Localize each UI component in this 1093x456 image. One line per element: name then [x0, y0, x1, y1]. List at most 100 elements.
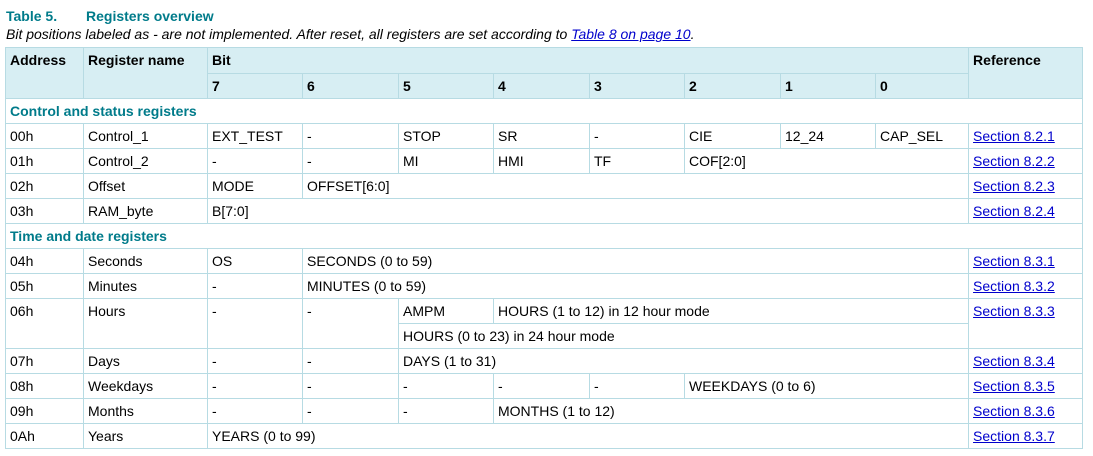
bit-cell: SR [493, 123, 590, 149]
bit-cell: - [207, 373, 303, 399]
bit-field-cell: DAYS (1 to 31) [397, 348, 970, 374]
section-link[interactable]: Section 8.3.3 [973, 303, 1055, 319]
section-link[interactable]: Section 8.2.2 [973, 153, 1055, 169]
bit-cell: - [398, 373, 494, 399]
table-title-text: Registers overview [86, 8, 214, 24]
header-bit-2: 2 [684, 73, 781, 99]
table-title: Table 5. Registers overview [6, 8, 694, 25]
table-row: 02h Offset MODE OFFSET[6:0] Section 8.2.… [5, 173, 1084, 199]
header-bit-0: 0 [874, 73, 970, 99]
reference-cell: Section 8.2.3 [968, 173, 1084, 199]
bit-field-cell: HOURS (1 to 12) in 12 hour mode [492, 298, 970, 324]
section-row: Time and date registers [4, 223, 1084, 249]
address-cell: 01h [5, 148, 84, 174]
bit-cell: STOP [398, 123, 494, 149]
section-control-status: Control and status registers [4, 98, 1084, 124]
reference-cell: Section 8.2.1 [968, 123, 1084, 149]
register-name-cell: Hours [83, 298, 208, 349]
reference-cell: Section 8.3.4 [968, 348, 1084, 374]
register-name-cell: Control_2 [83, 148, 208, 174]
section-link[interactable]: Section 8.3.7 [973, 428, 1055, 444]
section-link[interactable]: Section 8.3.6 [973, 403, 1055, 419]
bit-field-cell: WEEKDAYS (0 to 6) [683, 373, 970, 399]
address-cell: 09h [5, 398, 84, 424]
bit-field-cell: HOURS (0 to 23) in 24 hour mode [397, 323, 970, 349]
address-cell: 0Ah [5, 423, 84, 449]
header-bit-5: 5 [398, 73, 494, 99]
reference-cell: Section 8.3.6 [968, 398, 1084, 424]
section-time-date: Time and date registers [4, 223, 1084, 249]
section-link[interactable]: Section 8.3.5 [973, 378, 1055, 394]
bit-cell: - [302, 373, 399, 399]
table-row: 01h Control_2 - - MI HMI TF COF[2:0] Sec… [5, 148, 1084, 174]
reference-cell: Section 8.3.1 [968, 248, 1084, 274]
table-row: 06h Hours - - AMPM HOURS (1 to 12) in 12… [5, 298, 1084, 349]
bit-cell: - [398, 398, 494, 424]
header-register-name: Register name [83, 47, 208, 99]
bit-cell: - [302, 298, 399, 349]
section-link[interactable]: Section 8.2.4 [973, 203, 1055, 219]
reference-cell: Section 8.3.2 [968, 273, 1084, 299]
table-number: Table 5. [6, 8, 58, 24]
bit-field-cell: SECONDS (0 to 59) [301, 248, 970, 274]
header-bit-4: 4 [493, 73, 590, 99]
bit-cell: - [207, 348, 303, 374]
bit-cell: HMI [493, 148, 590, 174]
bit-cell: AMPM [398, 298, 494, 324]
bit-cell: - [493, 373, 590, 399]
bit-field-cell: COF[2:0] [683, 148, 970, 174]
section-link[interactable]: Section 8.3.4 [973, 353, 1055, 369]
register-name-cell: Years [83, 423, 208, 449]
bit-field-cell: MINUTES (0 to 59) [301, 273, 970, 299]
header-bit-1: 1 [780, 73, 876, 99]
table-row: 03h RAM_byte B[7:0] Section 8.2.4 [5, 198, 1084, 224]
section-row: Control and status registers [4, 98, 1084, 124]
reference-cell: Section 8.2.4 [968, 198, 1084, 224]
section-link[interactable]: Section 8.2.1 [973, 128, 1055, 144]
header-bit-7: 7 [207, 73, 303, 99]
bit-cell: EXT_TEST [207, 123, 303, 149]
bit-cell: - [207, 273, 303, 299]
bit-cell: - [589, 373, 685, 399]
address-cell: 07h [5, 348, 84, 374]
header-row: Address Register name Bit Reference [5, 47, 1084, 99]
reference-cell: Section 8.2.2 [968, 148, 1084, 174]
table-row: 07h Days - - DAYS (1 to 31) Section 8.3.… [5, 348, 1084, 374]
table-caption: Table 5. Registers overview Bit positions… [6, 8, 694, 43]
table-note: Bit positions labeled as - are not imple… [6, 25, 694, 43]
register-name-cell: Offset [83, 173, 208, 199]
header-reference: Reference [968, 47, 1084, 99]
register-name-cell: Minutes [83, 273, 208, 299]
table-row: 04h Seconds OS SECONDS (0 to 59) Section… [5, 248, 1084, 274]
header-bit-6: 6 [302, 73, 399, 99]
bit-cell: - [302, 123, 399, 149]
bit-field-cell: MONTHS (1 to 12) [492, 398, 970, 424]
bit-cell: CAP_SEL [874, 123, 970, 149]
table-8-link[interactable]: Table 8 on page 10 [571, 26, 690, 42]
address-cell: 05h [5, 273, 84, 299]
bit-cell: - [207, 298, 303, 349]
bit-cell: - [302, 398, 399, 424]
address-cell: 08h [5, 373, 84, 399]
header-bit-3: 3 [589, 73, 685, 99]
header-address: Address [5, 47, 84, 99]
register-name-cell: Control_1 [83, 123, 208, 149]
bit-cell: 12_24 [780, 123, 876, 149]
table-row: 05h Minutes - MINUTES (0 to 59) Section … [5, 273, 1084, 299]
bit-cell: OS [207, 248, 303, 274]
register-name-cell: Seconds [83, 248, 208, 274]
section-link[interactable]: Section 8.3.2 [973, 278, 1055, 294]
table-row: 0Ah Years YEARS (0 to 99) Section 8.3.7 [5, 423, 1084, 449]
section-link[interactable]: Section 8.3.1 [973, 253, 1055, 269]
bit-cell: MI [398, 148, 494, 174]
table-row: 08h Weekdays - - - - - WEEKDAYS (0 to 6)… [5, 373, 1084, 399]
register-name-cell: Weekdays [83, 373, 208, 399]
bit-field-cell: YEARS (0 to 99) [206, 423, 970, 449]
section-link[interactable]: Section 8.2.3 [973, 178, 1055, 194]
register-name-cell: RAM_byte [83, 198, 208, 224]
bit-cell: TF [589, 148, 685, 174]
bit-field-cell: B[7:0] [206, 198, 970, 224]
register-name-cell: Days [83, 348, 208, 374]
bit-cell: - [589, 123, 685, 149]
registers-table: Address Register name Bit Reference 7 6 … [4, 47, 1084, 449]
